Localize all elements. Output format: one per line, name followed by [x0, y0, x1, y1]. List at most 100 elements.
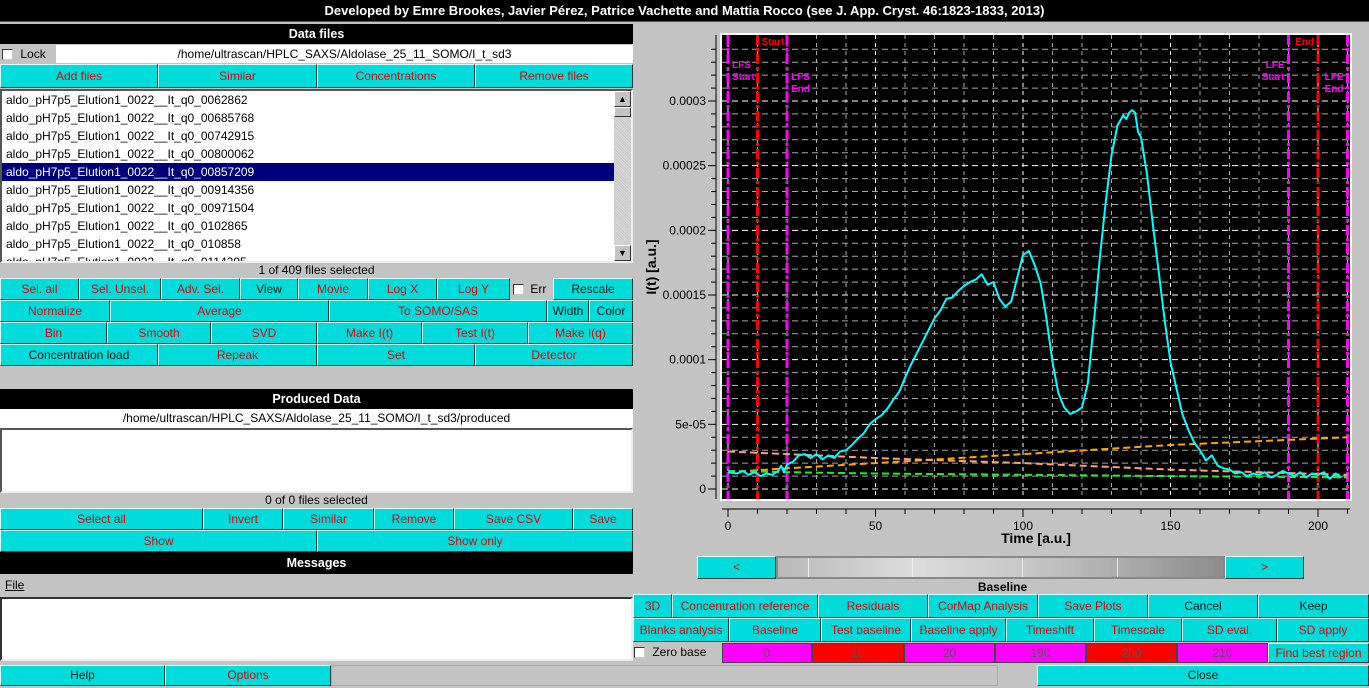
- data-files-list[interactable]: aldo_pH7p5_Elution1_0022__It_q0_0062862 a…: [0, 89, 633, 263]
- file-list-item[interactable]: aldo_pH7p5_Elution1_0022__It_q0_0062862: [2, 91, 614, 109]
- tools-concentration-load-button[interactable]: Concentration load: [0, 344, 158, 366]
- produced-data-header: Produced Data: [0, 389, 633, 409]
- tools-adv-sel-button[interactable]: Adv. Sel.: [161, 278, 240, 300]
- baseline-3d-button[interactable]: 3D: [633, 594, 672, 618]
- data-files-similar-button[interactable]: Similar: [158, 64, 317, 88]
- zero-base-checkbox-box[interactable]: [634, 647, 645, 659]
- data-files-concentrations-button[interactable]: Concentrations: [317, 64, 475, 88]
- tools-bin-button[interactable]: Bin: [0, 322, 107, 344]
- baseline-baseline-apply-button[interactable]: Baseline apply: [911, 618, 1006, 642]
- baseline-sd-eval-button[interactable]: SD eval.: [1182, 618, 1277, 642]
- baseline-test-baseline-button[interactable]: Test baseline: [821, 618, 911, 642]
- tools-make-i-t-button[interactable]: Make I(t): [317, 322, 422, 344]
- baseline-residuals-button[interactable]: Residuals: [818, 594, 928, 618]
- tools-smooth-button[interactable]: Smooth: [107, 322, 211, 344]
- file-list-item[interactable]: aldo_pH7p5_Elution1_0022__It_q0_00800062: [2, 145, 614, 163]
- baseline-baseline-button[interactable]: Baseline: [729, 618, 821, 642]
- tools-svd-button[interactable]: SVD: [211, 322, 317, 344]
- file-list-item[interactable]: aldo_pH7p5_Elution1_0022__It_q0_00914356: [2, 181, 614, 199]
- baseline-concentration-reference-button[interactable]: Concentration reference: [672, 594, 818, 618]
- tools-test-i-t-button[interactable]: Test I(t): [422, 322, 528, 344]
- err-checkbox[interactable]: Err: [511, 279, 553, 299]
- messages-header: Messages: [0, 552, 633, 574]
- tools-view-button[interactable]: View: [240, 278, 298, 300]
- data-files-add-files-button[interactable]: Add files: [0, 64, 158, 88]
- scroll-handle[interactable]: [808, 558, 913, 577]
- produced-similar-button[interactable]: Similar: [283, 508, 374, 530]
- range-marker-label: End: [1295, 37, 1314, 48]
- range-field-lfe-start[interactable]: 190: [995, 643, 1086, 663]
- range-marker-label: Start: [732, 72, 755, 83]
- produced-data-list[interactable]: [0, 428, 633, 493]
- tools-make-i-q-button[interactable]: Make I(q): [528, 322, 633, 344]
- file-list-item[interactable]: aldo_pH7p5_Elution1_0022__It_q0_010858: [2, 235, 614, 253]
- zero-base-checkbox[interactable]: Zero base: [632, 643, 722, 662]
- file-list-item[interactable]: aldo_pH7p5_Elution1_0022__It_q0_00857209: [2, 163, 614, 181]
- produced-save-button[interactable]: Save: [573, 508, 633, 530]
- tools-sel-unsel-button[interactable]: Sel. Unsel.: [79, 278, 161, 300]
- baseline-timescale-button[interactable]: Timescale: [1094, 618, 1182, 642]
- tools-movie-button[interactable]: Movie: [298, 278, 368, 300]
- tools-log-y-button[interactable]: Log Y: [437, 278, 510, 300]
- find-best-region-button[interactable]: Find best region: [1268, 643, 1369, 663]
- tools-to-somo-sas-button[interactable]: To SOMO/SAS: [329, 300, 547, 322]
- range-field-lfe-end[interactable]: 210: [1177, 643, 1268, 663]
- baseline-save-plots-button[interactable]: Save Plots: [1038, 594, 1148, 618]
- range-marker-label: End: [1325, 84, 1344, 95]
- progress-bar: [331, 665, 998, 686]
- help-button[interactable]: Help: [0, 665, 165, 686]
- intensity-time-chart[interactable]: LFSStartStartLFSEndLFEStartEndLFEEnd 05e…: [636, 24, 1369, 554]
- produced-show-button[interactable]: Show: [0, 530, 317, 552]
- tools-average-button[interactable]: Average: [110, 300, 329, 322]
- options-button[interactable]: Options: [165, 665, 331, 686]
- baseline-cancel-button[interactable]: Cancel: [1148, 594, 1258, 618]
- produced-select-all-button[interactable]: Select all: [0, 508, 203, 530]
- baseline-cormap-analysis-button[interactable]: CorMap Analysis: [928, 594, 1038, 618]
- produced-remove-button[interactable]: Remove: [374, 508, 454, 530]
- range-field-start[interactable]: 10: [812, 643, 904, 663]
- messages-textarea[interactable]: [0, 597, 633, 661]
- scroll-up-arrow-icon[interactable]: ▲: [614, 91, 631, 107]
- file-list-item[interactable]: aldo_pH7p5_Elution1_0022__It_q0_00971504: [2, 199, 614, 217]
- range-field-end[interactable]: 200: [1086, 643, 1177, 663]
- range-field-lfs-end[interactable]: 20: [904, 643, 995, 663]
- produced-save-csv-button[interactable]: Save CSV: [454, 508, 573, 530]
- baseline-blanks-analysis-button[interactable]: Blanks analysis: [633, 618, 729, 642]
- scroll-down-arrow-icon[interactable]: ▼: [614, 245, 631, 261]
- close-button[interactable]: Close: [1037, 665, 1369, 686]
- range-marker-label: LFS: [791, 72, 810, 83]
- file-list-scrollbar[interactable]: ▲ ▼: [614, 91, 631, 261]
- tools-width-button[interactable]: Width: [547, 300, 589, 322]
- range-field-lfs-start[interactable]: 0: [722, 643, 812, 663]
- file-list-item[interactable]: aldo_pH7p5_Elution1_0022__It_q0_00685768: [2, 109, 614, 127]
- scroll-segment: [1023, 558, 1118, 577]
- file-list-item[interactable]: aldo_pH7p5_Elution1_0022__It_q0_0102865: [2, 217, 614, 235]
- baseline-keep-button[interactable]: Keep: [1258, 594, 1369, 618]
- data-files-remove-files-button[interactable]: Remove files: [475, 64, 633, 88]
- baseline-timeshift-button[interactable]: Timeshift: [1006, 618, 1094, 642]
- scroll-track[interactable]: [776, 556, 1225, 579]
- tools-sel-all-button[interactable]: Sel. all: [0, 278, 79, 300]
- tools-log-x-button[interactable]: Log X: [368, 278, 437, 300]
- scrollbar-thumb[interactable]: [614, 107, 631, 117]
- file-menu[interactable]: File: [5, 577, 24, 593]
- file-list-item[interactable]: aldo_pH7p5_Elution1_0022__It_q0_0114295: [2, 253, 614, 261]
- tools-color-button[interactable]: Color: [589, 300, 633, 322]
- rescale-button[interactable]: Rescale: [553, 278, 633, 300]
- err-checkbox-box[interactable]: [513, 284, 524, 296]
- app-title-bar: Developed by Emre Brookes, Javier Pérez,…: [0, 0, 1369, 22]
- baseline-sd-apply-button[interactable]: SD apply: [1277, 618, 1369, 642]
- lock-checkbox[interactable]: Lock: [0, 45, 56, 63]
- tools-detector-button[interactable]: Detector: [475, 344, 633, 366]
- tools-set-button[interactable]: Set: [317, 344, 475, 366]
- scroll-next-button[interactable]: >: [1225, 556, 1304, 579]
- scroll-prev-button[interactable]: <: [697, 556, 776, 579]
- x-tick-label: 200: [1308, 519, 1328, 533]
- produced-show-only-button[interactable]: Show only: [317, 530, 633, 552]
- file-list-item[interactable]: aldo_pH7p5_Elution1_0022__It_q0_00742915: [2, 127, 614, 145]
- data-files-header: Data files: [0, 24, 633, 44]
- tools-repeak-button[interactable]: Repeak: [158, 344, 317, 366]
- produced-invert-button[interactable]: Invert: [203, 508, 283, 530]
- tools-normalize-button[interactable]: Normalize: [0, 300, 110, 322]
- lock-checkbox-box[interactable]: [2, 49, 13, 61]
